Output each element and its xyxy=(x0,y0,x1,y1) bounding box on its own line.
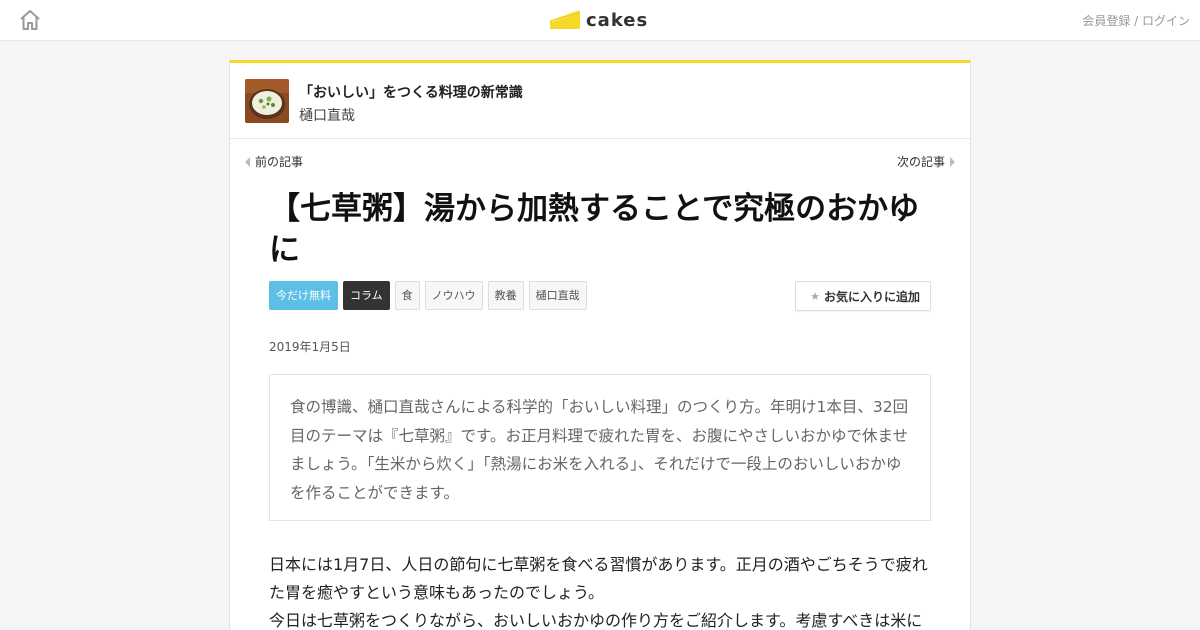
tag-culture[interactable]: 教養 xyxy=(487,281,524,310)
publish-date: 2019年1月5日 xyxy=(269,340,351,354)
cheese-logo-icon xyxy=(549,10,581,29)
series-thumbnail[interactable] xyxy=(245,79,289,123)
prev-article-link[interactable]: 前の記事 xyxy=(245,153,303,170)
cakes-logo[interactable]: cakes xyxy=(548,6,648,34)
series-title[interactable]: 「おいしい」をつくる料理の新常識 xyxy=(299,82,523,102)
top-bar: cakes 会員登録 / ログイン xyxy=(0,0,1200,41)
tag-list: 今だけ無料 コラム 食 ノウハウ 教養 樋口直哉 xyxy=(269,281,587,310)
add-favorite-button[interactable]: ★ お気に入りに追加 xyxy=(795,281,931,311)
article-body: 日本には1月7日、人日の節句に七草粥を食べる習慣があります。正月の酒やごちそうで… xyxy=(269,551,931,630)
series-header[interactable]: 「おいしい」をつくる料理の新常識 樋口直哉 xyxy=(230,63,970,139)
home-icon[interactable] xyxy=(18,8,42,32)
prev-article-label: 前の記事 xyxy=(255,155,304,169)
lead-text: 食の博識、樋口直哉さんによる科学的「おいしい料理」のつくり方。年明け1本目、32… xyxy=(290,398,909,502)
tag-free[interactable]: 今だけ無料 xyxy=(269,281,338,310)
chevron-right-icon xyxy=(950,156,955,167)
logo-text: cakes xyxy=(586,9,649,31)
series-author[interactable]: 樋口直哉 xyxy=(299,105,355,125)
article-card: 「おいしい」をつくる料理の新常識 樋口直哉 前の記事 次の記事 【七草粥】湯から… xyxy=(229,60,971,630)
body-paragraph: 日本には1月7日、人日の節句に七草粥を食べる習慣があります。正月の酒やごちそうで… xyxy=(269,555,928,630)
article-title: 【七草粥】湯から加熱することで究極のおかゆに xyxy=(269,191,920,268)
lead-box: 食の博識、樋口直哉さんによる科学的「おいしい料理」のつくり方。年明け1本目、32… xyxy=(269,374,931,521)
star-icon: ★ xyxy=(810,289,820,303)
tag-author[interactable]: 樋口直哉 xyxy=(528,281,587,310)
tag-knowhow[interactable]: ノウハウ xyxy=(424,281,483,310)
favorite-label: お気に入りに追加 xyxy=(823,289,920,304)
next-article-label: 次の記事 xyxy=(896,155,945,169)
next-article-link[interactable]: 次の記事 xyxy=(897,153,955,170)
tag-column[interactable]: コラム xyxy=(343,281,390,310)
chevron-left-icon xyxy=(245,156,250,167)
tag-food[interactable]: 食 xyxy=(394,281,420,310)
auth-links[interactable]: 会員登録 / ログイン xyxy=(1082,12,1190,29)
